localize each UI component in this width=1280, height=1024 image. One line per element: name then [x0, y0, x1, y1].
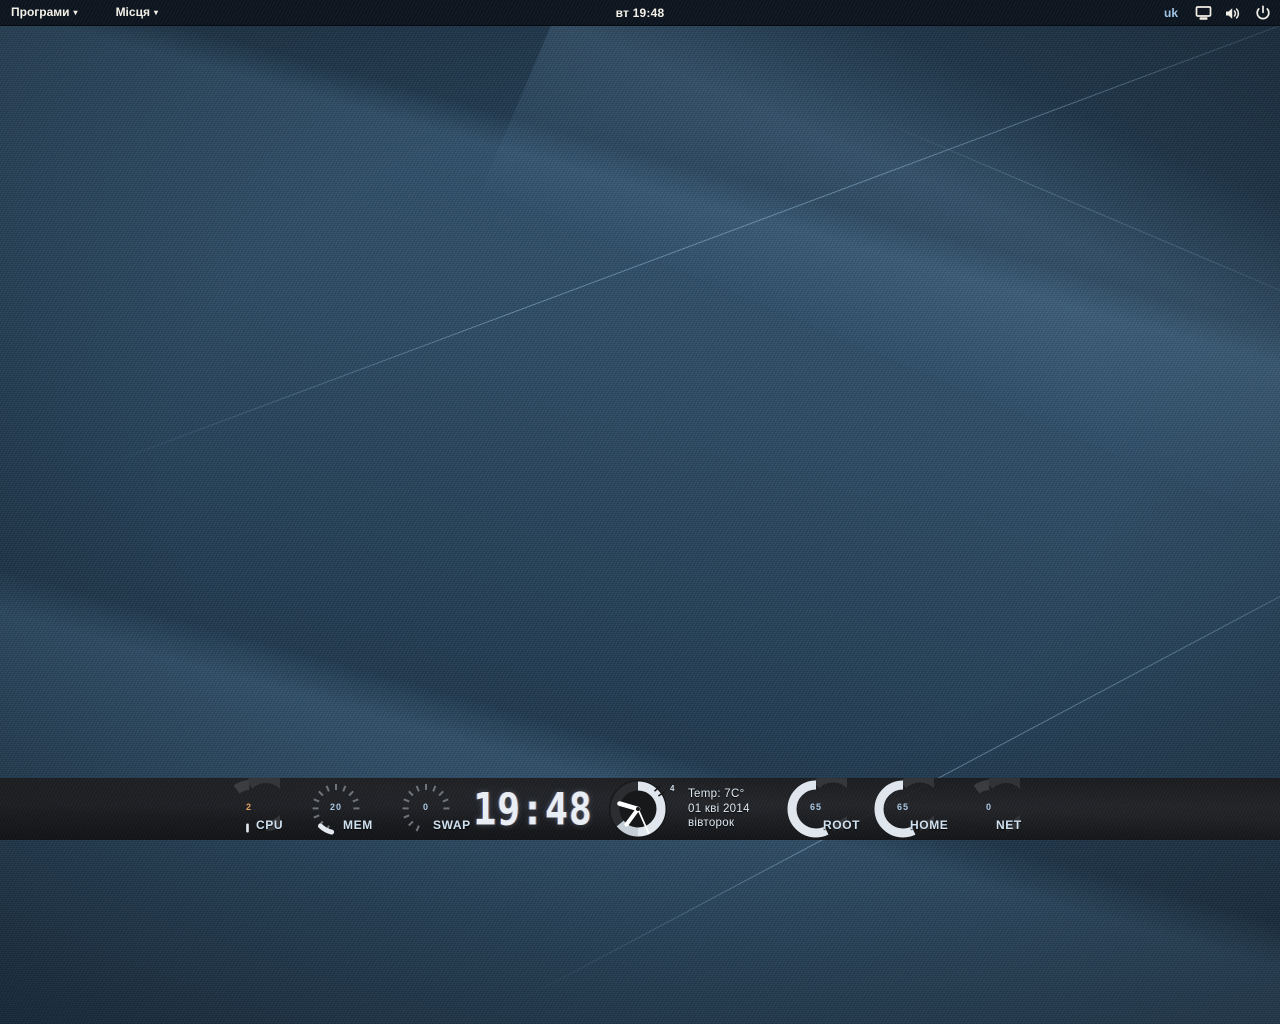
analog-clock[interactable]: 4 [600, 778, 680, 840]
menu-places-label: Місця [115, 5, 150, 19]
chevron-down-icon: ▾ [153, 8, 158, 17]
dock-items: 2 CPU 20 MEM 0 SWAP 19:48 4 Temp: 7C° 01… [0, 778, 1280, 840]
temperature-readout: Temp: 7C° [688, 788, 745, 800]
gauge-cpu-value: 2 [245, 802, 252, 812]
wallpaper-band-edge [482, 0, 1280, 734]
weekday-readout: вівторок [688, 817, 735, 829]
wallpaper-vignette [0, 0, 1280, 1024]
info-block: Temp: 7C° 01 кві 2014 вівторок [688, 778, 798, 840]
digital-clock[interactable]: 19:48 [473, 778, 591, 840]
keyboard-layout-indicator[interactable]: uk [1160, 6, 1182, 20]
menu-applications[interactable]: Програми ▾ [3, 3, 86, 22]
gauge-swap[interactable]: 0 SWAP [395, 778, 470, 840]
wallpaper-crease [879, 120, 1280, 325]
gauge-net-value: 0 [985, 802, 992, 812]
gauge-mem-value: 20 [329, 802, 342, 812]
gauge-cpu[interactable]: 2 CPU [218, 778, 284, 840]
conky-dock: 2 CPU 20 MEM 0 SWAP 19:48 4 Temp: 7C° 01… [0, 778, 1280, 840]
analog-clock-face [609, 780, 667, 838]
menu-applications-label: Програми [11, 5, 70, 19]
date-readout: 01 кві 2014 [688, 802, 750, 815]
gauge-root-label: ROOT [823, 818, 861, 832]
gauge-home-value: 65 [896, 802, 909, 812]
top-panel: Програми ▾ Місця ▾ вт 19:48 uk [0, 0, 1280, 26]
power-icon[interactable] [1254, 4, 1272, 22]
panel-clock-label: вт 19:48 [615, 5, 665, 20]
gauge-swap-label: SWAP [433, 818, 471, 832]
gauge-mem[interactable]: 20 MEM [305, 778, 372, 840]
chevron-down-icon: ▾ [73, 8, 78, 17]
wallpaper-texture [0, 0, 1280, 1024]
panel-clock[interactable]: вт 19:48 [0, 6, 1280, 20]
digital-clock-time: 19:48 [473, 783, 593, 835]
gauge-home-label: HOME [910, 818, 949, 832]
wallpaper-crease [90, 0, 1280, 471]
wallpaper-band-lower [0, 430, 1280, 1024]
gauge-cpu-label: CPU [256, 818, 284, 832]
panel-status-area: uk [1160, 0, 1272, 26]
gauge-mem-label: MEM [343, 818, 373, 832]
gauge-root[interactable]: 65 ROOT [785, 778, 859, 840]
gauge-net-label: NET [996, 818, 1022, 832]
wallpaper-crease [520, 483, 1280, 1001]
gauge-swap-value: 0 [422, 802, 429, 812]
desktop[interactable]: Програми ▾ Місця ▾ вт 19:48 uk 2 CPU 20 … [0, 0, 1280, 1024]
volume-icon[interactable] [1224, 4, 1242, 22]
gauge-root-value: 65 [809, 802, 822, 812]
gauge-net[interactable]: 0 NET [958, 778, 1022, 840]
analog-clock-mark: 4 [670, 784, 675, 793]
display-network-icon[interactable] [1194, 4, 1212, 22]
menu-places[interactable]: Місця ▾ [108, 3, 166, 22]
gauge-home[interactable]: 65 HOME [872, 778, 948, 840]
